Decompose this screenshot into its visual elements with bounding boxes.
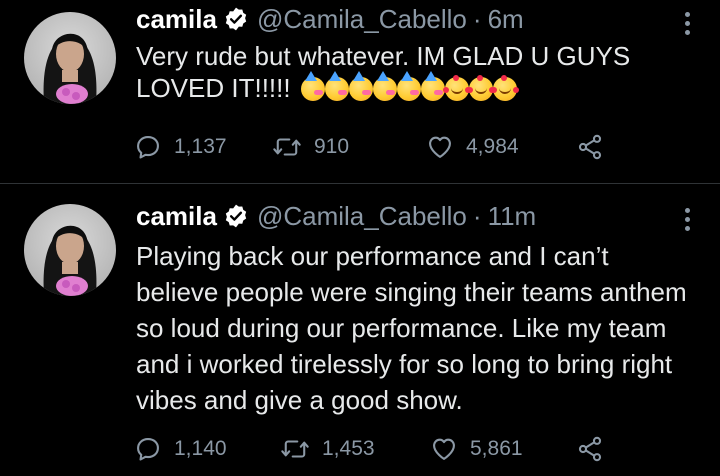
- avatar[interactable]: [24, 204, 116, 296]
- tweet-header: camila @Camila_Cabello · 11m: [136, 199, 536, 233]
- tweet[interactable]: camila @Camila_Cabello · 11m Playing bac…: [0, 184, 720, 476]
- reply-count: 1,140: [174, 437, 227, 460]
- more-options-icon[interactable]: [682, 12, 692, 35]
- partying-face-icon: [420, 71, 445, 101]
- author-handle[interactable]: @Camila_Cabello: [257, 201, 467, 232]
- reply-icon: [137, 136, 159, 159]
- emoji-row: [300, 71, 517, 101]
- separator-dot: ·: [472, 3, 482, 34]
- heart-icon: [429, 136, 451, 158]
- reply-count: 1,137: [174, 135, 227, 158]
- retweet-button[interactable]: 1,453: [280, 435, 375, 463]
- smiling-face-with-hearts-icon: [466, 77, 493, 101]
- author-name[interactable]: camila: [136, 201, 217, 232]
- like-button[interactable]: 4,984: [426, 133, 519, 161]
- like-button[interactable]: 5,861: [430, 435, 523, 463]
- partying-face-icon: [300, 71, 325, 101]
- tweet-text: Very rude but whatever. IM GLAD U GUYS L…: [136, 40, 696, 104]
- retweet-icon: [281, 440, 309, 458]
- retweet-icon: [273, 138, 301, 156]
- author-handle[interactable]: @Camila_Cabello: [257, 4, 467, 35]
- avatar[interactable]: [24, 12, 116, 104]
- separator-dot: ·: [472, 200, 482, 231]
- share-icon: [578, 436, 602, 462]
- author-name[interactable]: camila: [136, 4, 217, 35]
- heart-icon: [433, 438, 455, 460]
- tweet-text: Playing back our performance and I can’t…: [136, 238, 696, 418]
- smiling-face-with-hearts-icon: [490, 77, 517, 101]
- partying-face-icon: [348, 71, 373, 101]
- more-options-icon[interactable]: [682, 208, 692, 231]
- tweet-header: camila @Camila_Cabello · 6m: [136, 2, 524, 36]
- share-icon: [578, 134, 602, 160]
- reply-icon: [137, 438, 159, 461]
- timestamp[interactable]: 6m: [488, 4, 524, 35]
- like-count: 4,984: [466, 135, 519, 158]
- timestamp[interactable]: 11m: [488, 201, 537, 232]
- verified-badge-icon: [223, 203, 249, 229]
- reply-button[interactable]: 1,137: [134, 133, 227, 161]
- partying-face-icon: [324, 71, 349, 101]
- tweet-text-content: Playing back our performance and I can’t…: [136, 241, 687, 415]
- like-count: 5,861: [470, 437, 523, 460]
- partying-face-icon: [396, 71, 421, 101]
- share-button[interactable]: [576, 133, 604, 161]
- share-button[interactable]: [576, 435, 604, 463]
- partying-face-icon: [372, 71, 397, 101]
- retweet-count: 1,453: [322, 437, 375, 460]
- retweet-count: 910: [314, 135, 350, 158]
- reply-button[interactable]: 1,140: [134, 435, 227, 463]
- retweet-button[interactable]: 910: [272, 133, 349, 161]
- verified-badge-icon: [223, 6, 249, 32]
- smiling-face-with-hearts-icon: [442, 77, 469, 101]
- tweet[interactable]: camila @Camila_Cabello · 6m Very rude bu…: [0, 0, 720, 183]
